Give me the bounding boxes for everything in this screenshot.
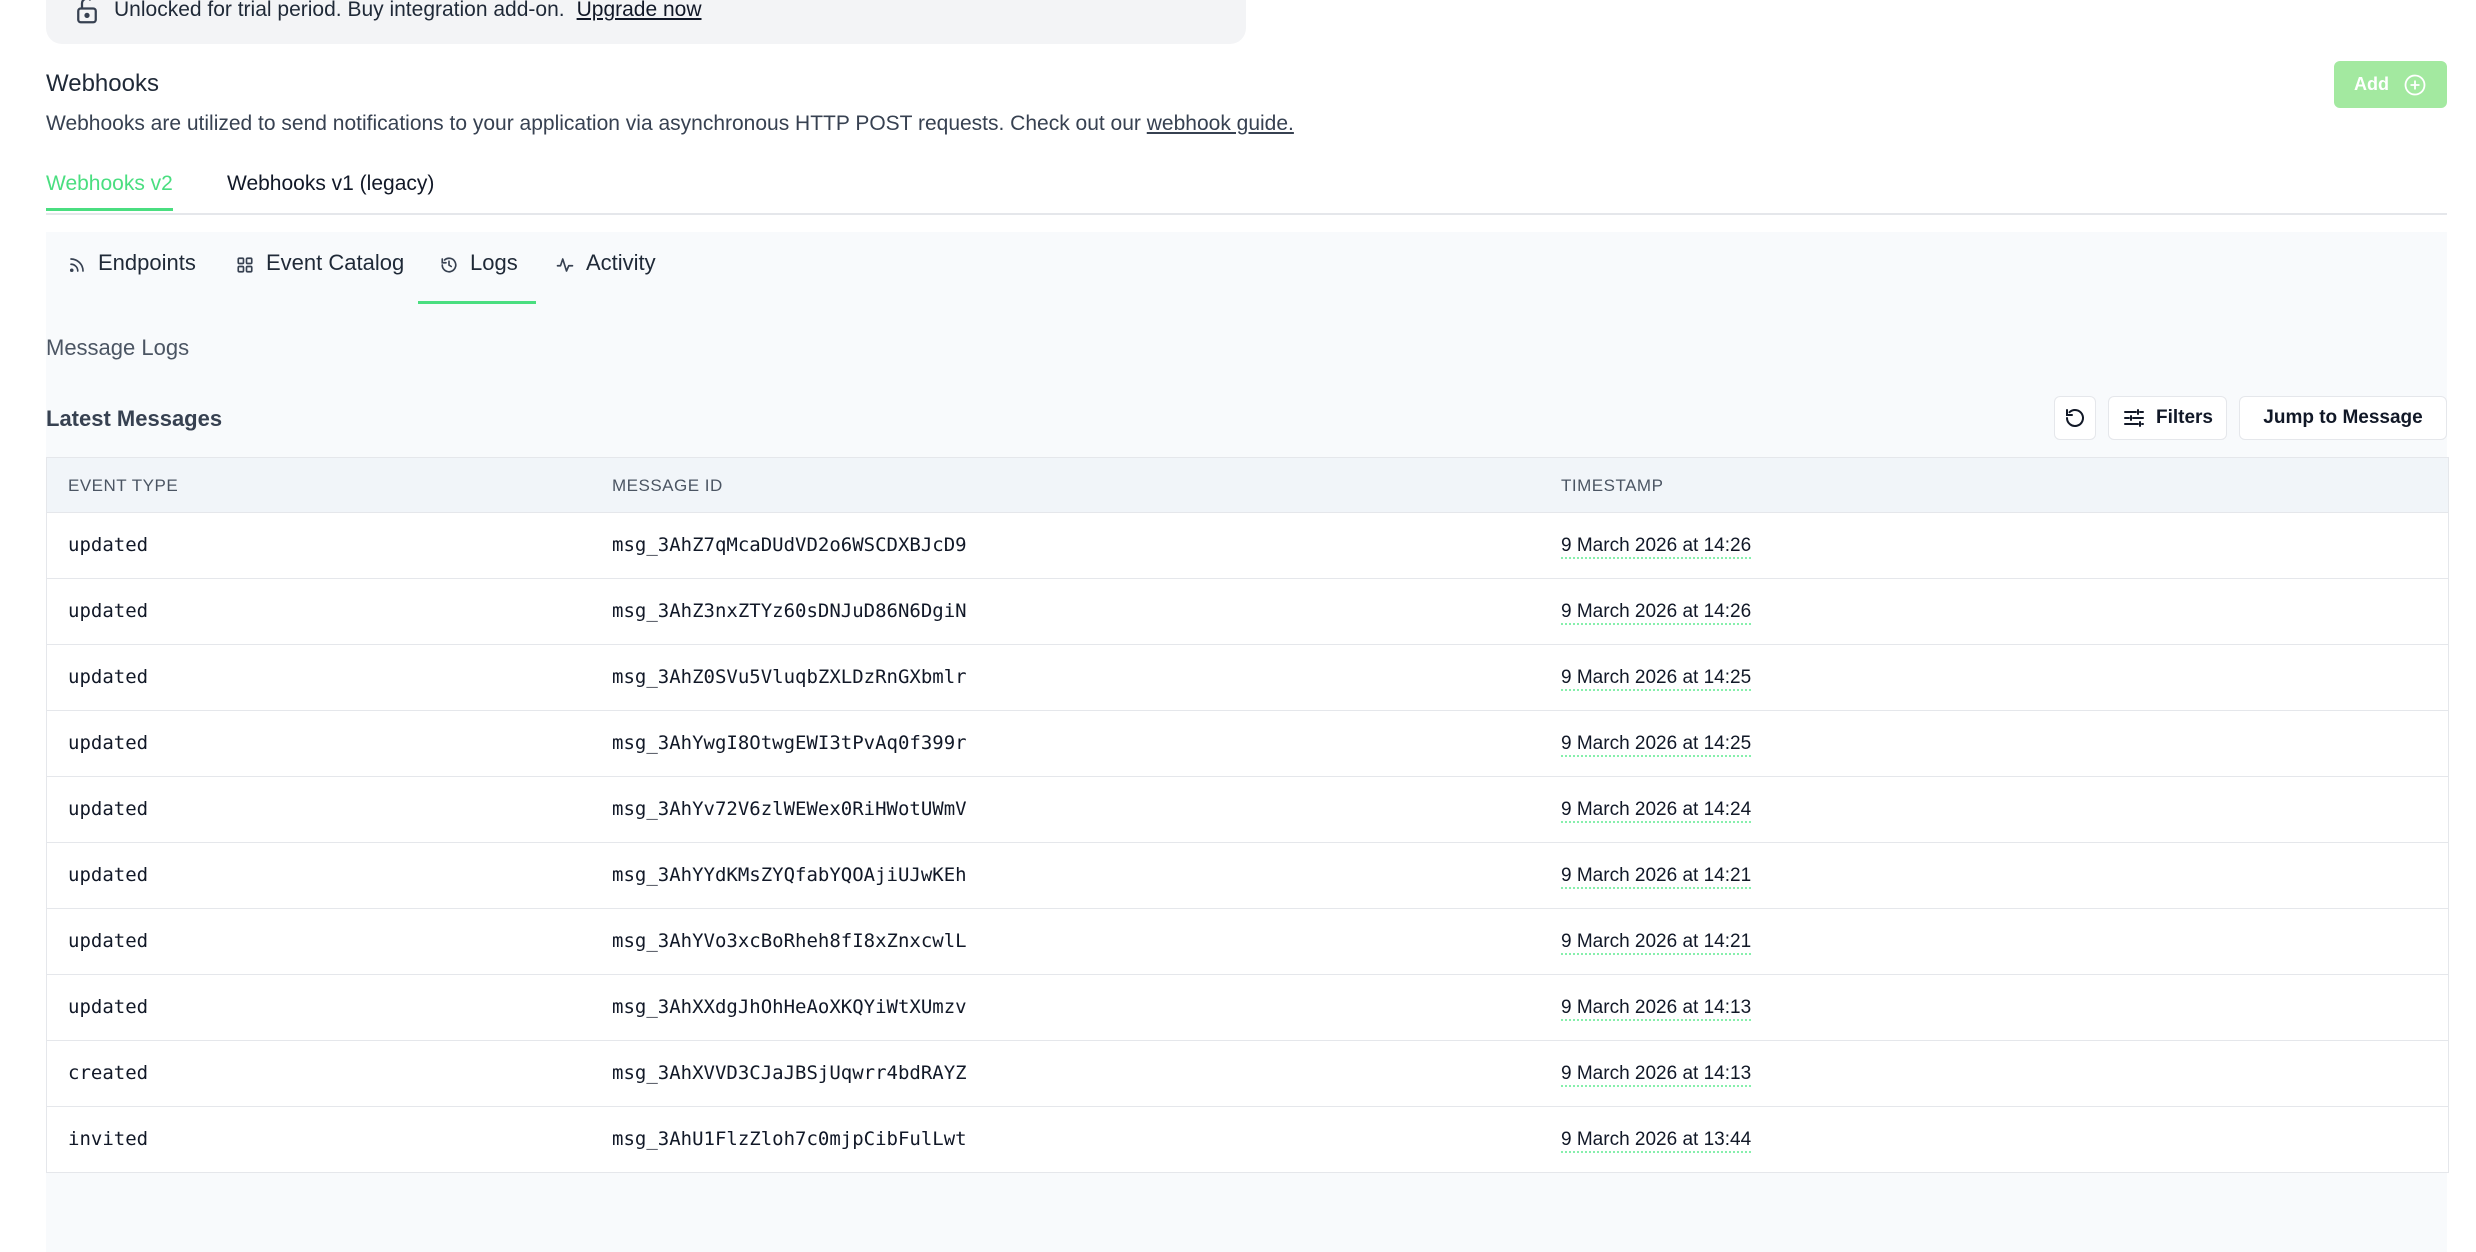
event-type-cell: updated <box>68 996 149 1018</box>
page: Unlocked for trial period. Buy integrati… <box>0 0 2476 1252</box>
message-id-cell: msg_3AhU1FlzZloh7c0mjpCibFulLwt <box>612 1128 967 1150</box>
event-type-cell: invited <box>68 1128 149 1150</box>
event-type-cell: updated <box>68 534 149 556</box>
jump-to-message-label: Jump to Message <box>2263 407 2423 428</box>
jump-to-message-button[interactable]: Jump to Message <box>2239 396 2447 440</box>
tab-logs-label: Logs <box>470 250 518 275</box>
header-timestamp: TIMESTAMP <box>1561 476 1664 495</box>
upgrade-link[interactable]: Upgrade now <box>577 0 702 22</box>
sub-tabs: Endpoints Event Catalog Logs Activity <box>46 232 2447 304</box>
message-id-cell: msg_3AhYwgI8OtwgEWI3tPvAq0f399r <box>612 732 967 754</box>
timestamp-cell: 9 March 2026 at 14:21 <box>1561 864 1752 889</box>
event-type-cell: updated <box>68 798 149 820</box>
event-type-cell: updated <box>68 666 149 688</box>
timestamp-text: 9 March 2026 at 14:13 <box>1561 997 1752 1021</box>
event-type-cell: created <box>68 1062 149 1084</box>
message-id-cell: msg_3AhZ3nxZTYz60sDNJuD86N6DgiN <box>612 600 967 622</box>
section-description: Webhooks are utilized to send notificati… <box>46 112 1294 136</box>
tab-event-catalog[interactable]: Event Catalog <box>236 250 404 302</box>
tab-event-catalog-label: Event Catalog <box>266 250 405 275</box>
sliders-icon <box>2123 409 2144 427</box>
timestamp-cell: 9 March 2026 at 14:26 <box>1561 534 1752 559</box>
table-row[interactable]: updated msg_3AhXXdgJhOhHeAoXKQYiWtXUmzv 9 … <box>47 975 2448 1041</box>
refresh-button[interactable] <box>2054 396 2096 440</box>
add-button-label: Add <box>2354 74 2389 94</box>
history-icon <box>441 257 457 273</box>
table-row[interactable]: updated msg_3AhZ0SVu5VluqbZXLDzRnGXbmlr 9 … <box>47 645 2448 711</box>
event-type-cell: updated <box>68 732 149 754</box>
timestamp-cell: 9 March 2026 at 14:25 <box>1561 666 1752 691</box>
activity-icon <box>556 258 574 272</box>
table-row[interactable]: created msg_3AhXVVD3CJaJBSjUqwrr4bdRAYZ 9 … <box>47 1041 2448 1107</box>
timestamp-cell: 9 March 2026 at 14:25 <box>1561 732 1752 757</box>
table-row[interactable]: updated msg_3AhYVo3xcBoRheh8fI8xZnxcwlL 9 … <box>47 909 2448 975</box>
table-row[interactable]: updated msg_3AhYwgI8OtwgEWI3tPvAq0f399r 9 … <box>47 711 2448 777</box>
timestamp-cell: 9 March 2026 at 14:24 <box>1561 798 1752 823</box>
message-id-cell: msg_3AhYv72V6zlWEWex0RiHWotUWmV <box>612 798 967 820</box>
message-id-cell: msg_3AhZ7qMcaDUdVD2o6WSCDXBJcD9 <box>612 534 967 556</box>
table-row[interactable]: invited msg_3AhU1FlzZloh7c0mjpCibFulLwt 9 … <box>47 1107 2448 1173</box>
version-tabs: Webhooks v2 Webhooks v1 (legacy) <box>46 168 2447 215</box>
table-row[interactable]: updated msg_3AhYv72V6zlWEWex0RiHWotUWmV 9 … <box>47 777 2448 843</box>
tab-webhooks-v2[interactable]: Webhooks v2 <box>46 172 173 211</box>
latest-messages-title: Latest Messages <box>46 406 223 431</box>
timestamp-cell: 9 March 2026 at 14:13 <box>1561 996 1752 1021</box>
filters-button[interactable]: Filters <box>2108 396 2227 440</box>
grid-icon <box>237 257 253 273</box>
timestamp-text: 9 March 2026 at 13:44 <box>1561 1129 1752 1153</box>
tab-activity[interactable]: Activity <box>556 250 656 302</box>
timestamp-text: 9 March 2026 at 14:21 <box>1561 931 1752 955</box>
tab-endpoints-label: Endpoints <box>98 250 196 275</box>
message-id-cell: msg_3AhZ0SVu5VluqbZXLDzRnGXbmlr <box>612 666 967 688</box>
timestamp-text: 9 March 2026 at 14:24 <box>1561 799 1752 823</box>
tab-endpoints[interactable]: Endpoints <box>68 250 196 302</box>
table-header: EVENT TYPE MESSAGE ID TIMESTAMP <box>47 458 2448 513</box>
message-id-cell: msg_3AhXXdgJhOhHeAoXKQYiWtXUmzv <box>612 996 967 1018</box>
timestamp-text: 9 March 2026 at 14:25 <box>1561 733 1752 757</box>
header-message-id: MESSAGE ID <box>612 476 723 495</box>
messages-table: EVENT TYPE MESSAGE ID TIMESTAMP updated m… <box>46 457 2449 1173</box>
filters-label: Filters <box>2155 407 2214 428</box>
message-logs-heading: Message Logs <box>46 335 190 360</box>
timestamp-text: 9 March 2026 at 14:21 <box>1561 865 1752 889</box>
tab-activity-label: Activity <box>586 250 656 275</box>
header-event-type: EVENT TYPE <box>68 476 179 495</box>
timestamp-cell: 9 March 2026 at 14:21 <box>1561 930 1752 955</box>
tab-webhooks-v1-legacy[interactable]: Webhooks v1 (legacy) <box>227 172 434 196</box>
trial-banner: Unlocked for trial period. Buy integrati… <box>46 0 1246 44</box>
timestamp-cell: 9 March 2026 at 14:26 <box>1561 600 1752 625</box>
timestamp-text: 9 March 2026 at 14:26 <box>1561 601 1752 625</box>
webhook-guide-link[interactable]: webhook guide. <box>1147 112 1294 135</box>
refresh-icon <box>2066 409 2084 427</box>
table-row[interactable]: updated msg_3AhZ7qMcaDUdVD2o6WSCDXBJcD9 9 … <box>47 513 2448 579</box>
event-type-cell: updated <box>68 600 149 622</box>
rss-icon <box>69 258 84 273</box>
unlock-icon <box>77 0 97 24</box>
webhooks-panel: Endpoints Event Catalog Logs Activity Me… <box>46 232 2449 1252</box>
message-id-cell: msg_3AhYVo3xcBoRheh8fI8xZnxcwlL <box>612 930 967 952</box>
page-title: Webhooks <box>46 70 159 97</box>
timestamp-cell: 9 March 2026 at 13:44 <box>1561 1128 1752 1153</box>
table-row[interactable]: updated msg_3AhYYdKMsZYQfabYQOAjiUJwKEh 9 … <box>47 843 2448 909</box>
table-body: updated msg_3AhZ7qMcaDUdVD2o6WSCDXBJcD9 9 … <box>47 513 2448 1173</box>
timestamp-text: 9 March 2026 at 14:25 <box>1561 667 1752 691</box>
event-type-cell: updated <box>68 930 149 952</box>
banner-text: Unlocked for trial period. Buy integrati… <box>114 0 565 21</box>
description-text: Webhooks are utilized to send notificati… <box>46 112 1141 135</box>
timestamp-text: 9 March 2026 at 14:26 <box>1561 535 1752 559</box>
timestamp-text: 9 March 2026 at 14:13 <box>1561 1063 1752 1087</box>
message-id-cell: msg_3AhYYdKMsZYQfabYQOAjiUJwKEh <box>612 864 967 886</box>
message-id-cell: msg_3AhXVVD3CJaJBSjUqwrr4bdRAYZ <box>612 1062 967 1084</box>
add-button[interactable]: Add <box>2334 61 2447 108</box>
event-type-cell: updated <box>68 864 149 886</box>
timestamp-cell: 9 March 2026 at 14:13 <box>1561 1062 1752 1087</box>
tab-logs[interactable]: Logs <box>418 250 536 304</box>
plus-circle-icon <box>2404 74 2426 95</box>
table-row[interactable]: updated msg_3AhZ3nxZTYz60sDNJuD86N6DgiN 9 … <box>47 579 2448 645</box>
